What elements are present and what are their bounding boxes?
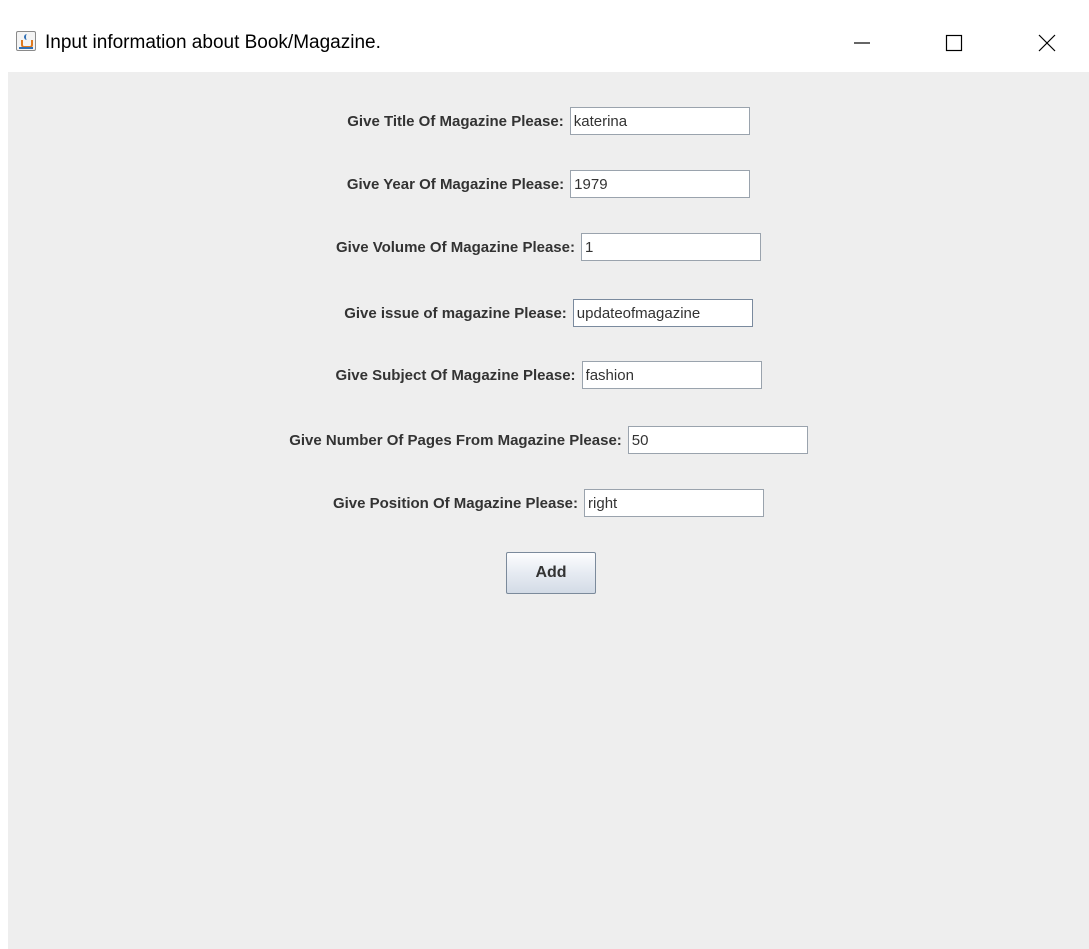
form-row-volume: Give Volume Of Magazine Please: [8, 233, 1089, 261]
minimize-button[interactable] [839, 22, 885, 64]
title-label: Give Title Of Magazine Please: [347, 112, 564, 130]
subject-input[interactable] [581, 361, 762, 389]
form-row-pages: Give Number Of Pages From Magazine Pleas… [8, 426, 1089, 454]
subject-label: Give Subject Of Magazine Please: [335, 366, 576, 384]
form-row-year: Give Year Of Magazine Please: [8, 170, 1089, 198]
maximize-button[interactable] [931, 22, 977, 64]
close-button[interactable] [1024, 22, 1070, 64]
form-row-title: Give Title Of Magazine Please: [8, 107, 1089, 135]
maximize-icon [945, 34, 963, 52]
form-row-position: Give Position Of Magazine Please: [8, 489, 1089, 517]
issue-label: Give issue of magazine Please: [344, 304, 567, 322]
form-row-subject: Give Subject Of Magazine Please: [8, 361, 1089, 389]
pages-label: Give Number Of Pages From Magazine Pleas… [289, 431, 622, 449]
window-title: Input information about Book/Magazine. [45, 32, 381, 53]
minimize-icon [854, 42, 870, 44]
volume-input[interactable] [580, 233, 761, 261]
year-label: Give Year Of Magazine Please: [346, 175, 565, 193]
form-row-issue: Give issue of magazine Please: [8, 299, 1089, 327]
app-window: Input information about Book/Magazine. G… [0, 0, 1089, 949]
title-bar[interactable]: Input information about Book/Magazine. [0, 0, 1089, 72]
title-input[interactable] [569, 107, 750, 135]
java-cup-icon[interactable] [16, 31, 36, 51]
position-input[interactable] [584, 489, 765, 517]
add-button[interactable]: Add [506, 552, 596, 594]
position-label: Give Position Of Magazine Please: [332, 494, 579, 512]
form-panel: Give Title Of Magazine Please: Give Year… [8, 72, 1089, 949]
issue-input[interactable] [572, 299, 753, 327]
close-icon [1038, 34, 1056, 52]
pages-input[interactable] [627, 426, 808, 454]
volume-label: Give Volume Of Magazine Please: [336, 238, 575, 256]
year-input[interactable] [570, 170, 751, 198]
